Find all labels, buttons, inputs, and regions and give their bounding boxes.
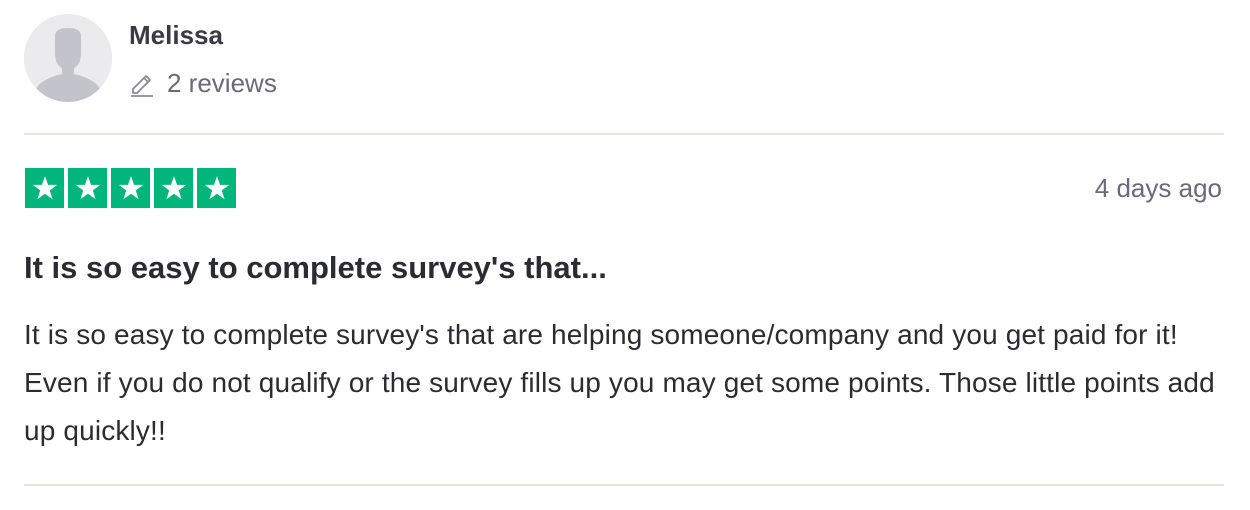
star-icon (68, 168, 107, 208)
review-text: It is so easy to complete survey's that … (24, 319, 1215, 446)
star-icon (25, 168, 64, 208)
divider (24, 484, 1224, 486)
consumer-info: Melissa 2 reviews (24, 14, 624, 104)
user-avatar-icon[interactable] (24, 14, 112, 102)
consumer-reviews-link[interactable]: 2 reviews (129, 66, 277, 100)
star-icon (197, 168, 236, 208)
star-rating (25, 168, 236, 208)
divider (24, 133, 1224, 135)
consumer-name[interactable]: Melissa (129, 20, 223, 50)
star-icon (111, 168, 150, 208)
review-card: Melissa 2 reviews 4 days ago It is so ea… (24, 0, 1224, 510)
star-icon (154, 168, 193, 208)
reviews-count: 2 reviews (167, 67, 277, 98)
review-date: 4 days ago (1094, 173, 1222, 203)
pencil-icon (129, 69, 155, 97)
review-title[interactable]: It is so easy to complete survey's that.… (24, 248, 607, 288)
